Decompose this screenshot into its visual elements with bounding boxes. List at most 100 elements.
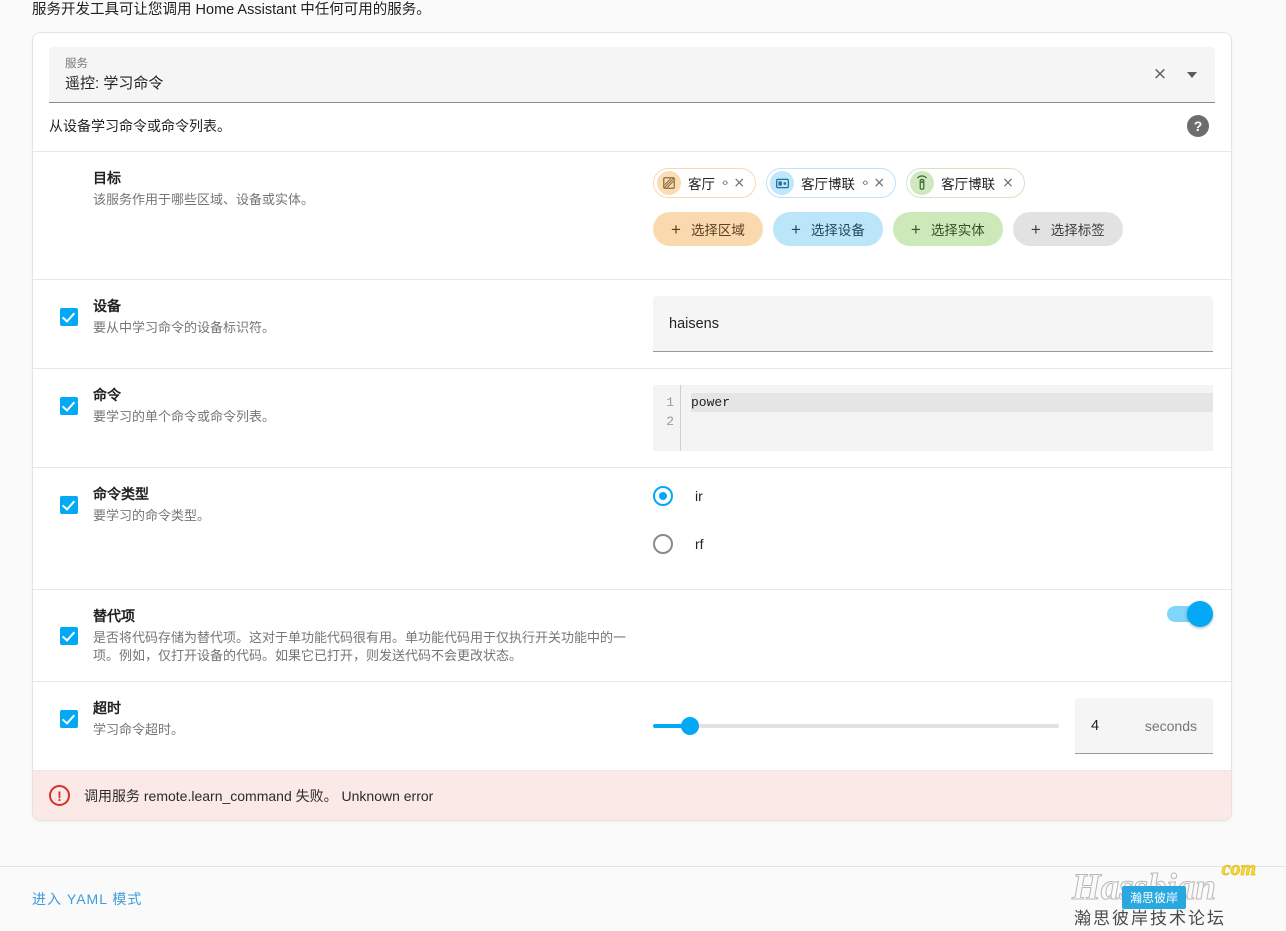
error-message: 调用服务 remote.learn_command 失败。 Unknown er…: [84, 787, 434, 804]
timeout-slider-row: 4 seconds: [653, 698, 1213, 754]
help-icon[interactable]: ?: [1187, 115, 1209, 137]
target-chip-entity-label: 客厅博联: [941, 177, 996, 192]
command-type-row: 命令类型 要学习的命令类型。 ir rf: [33, 468, 1231, 590]
service-picker[interactable]: 服务 遥控: 学习命令 ×: [49, 47, 1215, 103]
target-row: 目标 该服务作用于哪些区域、设备或实体。 客厅 ‹› × 客厅博联 ‹› × 客…: [33, 152, 1231, 280]
device-subtitle: 要从中学习命令的设备标识符。: [93, 320, 276, 335]
radio-icon-unselected: [653, 534, 673, 554]
timeout-slider[interactable]: [653, 711, 1059, 741]
alternative-row: 替代项 是否将代码存储为替代项。这对于单功能代码很有用。单功能代码用于仅执行开关…: [33, 590, 1231, 682]
command-code-editor[interactable]: 1 2 power: [653, 385, 1213, 451]
timeout-checkbox[interactable]: [60, 709, 78, 728]
choose-entity-button[interactable]: + 选择实体: [892, 212, 1003, 246]
target-row-label: 目标 该服务作用于哪些区域、设备或实体。: [33, 152, 653, 225]
plus-icon: +: [910, 219, 921, 239]
target-chip-device[interactable]: 客厅博联 ‹› ×: [766, 168, 897, 198]
error-banner: ! 调用服务 remote.learn_command 失败。 Unknown …: [33, 771, 1231, 820]
device-checkbox[interactable]: [60, 307, 78, 326]
target-label-block: 目标 该服务作用于哪些区域、设备或实体。: [89, 168, 314, 209]
choose-device-label: 选择设备: [810, 223, 865, 238]
plus-icon: +: [790, 219, 801, 239]
timeout-label-block: 超时 学习命令超时。: [89, 698, 184, 739]
command-type-checkbox[interactable]: [60, 495, 78, 514]
command-controls: 1 2 power: [653, 369, 1231, 467]
radio-option-ir[interactable]: ir: [653, 472, 1213, 520]
choose-label-label: 选择标签: [1050, 223, 1105, 238]
line-number: 2: [666, 414, 674, 429]
command-row: 命令 要学习的单个命令或命令列表。 1 2 power: [33, 369, 1231, 468]
command-type-title: 命令类型: [93, 486, 149, 502]
command-row-label: 命令 要学习的单个命令或命令列表。: [33, 369, 653, 442]
timeout-number-input[interactable]: 4 seconds: [1075, 698, 1213, 754]
target-title: 目标: [93, 170, 121, 186]
remote-icon: [910, 171, 935, 195]
timeout-row: 超时 学习命令超时。 4 seconds: [33, 682, 1231, 771]
plus-icon: +: [1030, 219, 1041, 239]
alternative-subtitle: 是否将代码存储为替代项。这对于单功能代码很有用。单功能代码用于仅执行开关功能中的…: [93, 630, 627, 663]
device-controls: haisens: [653, 280, 1231, 368]
command-type-row-label: 命令类型 要学习的命令类型。: [33, 468, 653, 541]
choose-entity-label: 选择实体: [930, 223, 985, 238]
close-icon[interactable]: ×: [1002, 176, 1014, 190]
expand-icon[interactable]: ‹›: [862, 177, 868, 189]
radio-label-ir: ir: [695, 488, 703, 504]
editor-content[interactable]: power: [681, 385, 1213, 451]
choose-area-button[interactable]: + 选择区域: [653, 212, 763, 246]
target-chip-area[interactable]: 客厅 ‹› ×: [653, 168, 757, 198]
footer-bar: 进入 YAML 模式: [0, 866, 1286, 931]
slider-track: [653, 724, 1059, 728]
target-chip-entity[interactable]: 客厅博联 ×: [906, 168, 1025, 198]
developer-tools-services-page: 服务开发工具可让您调用 Home Assistant 中任何可用的服务。 服务 …: [0, 0, 1286, 931]
clear-service-button[interactable]: ×: [1147, 62, 1173, 88]
target-checkbox-slot: [49, 180, 89, 198]
service-description-row: 从设备学习命令或命令列表。 ?: [33, 103, 1231, 152]
device-input[interactable]: haisens: [653, 296, 1213, 352]
expand-icon[interactable]: ‹›: [722, 177, 728, 189]
alternative-label-block: 替代项 是否将代码存储为替代项。这对于单功能代码很有用。单功能代码用于仅执行开关…: [89, 606, 638, 665]
device-title: 设备: [93, 298, 121, 314]
target-subtitle: 该服务作用于哪些区域、设备或实体。: [93, 192, 315, 207]
remote-icon-svg: [917, 175, 928, 190]
area-icon-svg: [663, 177, 675, 189]
radio-option-rf[interactable]: rf: [653, 520, 1213, 568]
service-picker-wrapper: 服务 遥控: 学习命令 ×: [33, 33, 1231, 103]
device-checkbox-slot: [49, 307, 89, 326]
command-title: 命令: [93, 387, 121, 403]
choose-area-label: 选择区域: [690, 223, 745, 238]
target-chip-area-label: 客厅: [688, 177, 715, 192]
slider-thumb[interactable]: [680, 717, 699, 735]
device-label-block: 设备 要从中学习命令的设备标识符。: [89, 296, 275, 337]
enter-yaml-mode-link[interactable]: 进入 YAML 模式: [32, 889, 142, 909]
service-description: 从设备学习命令或命令列表。: [49, 118, 231, 134]
choose-label-button[interactable]: + 选择标签: [1012, 212, 1123, 246]
code-line: power: [691, 393, 1213, 412]
command-subtitle: 要学习的单个命令或命令列表。: [93, 409, 276, 424]
timeout-unit: seconds: [1144, 717, 1197, 734]
timeout-value: 4: [1091, 717, 1100, 734]
target-controls: 客厅 ‹› × 客厅博联 ‹› × 客厅博联 × + 选择区域 + 选择设备 +…: [653, 152, 1231, 262]
service-picker-label: 服务: [65, 58, 88, 70]
editor-gutter: 1 2: [653, 385, 681, 451]
choose-device-button[interactable]: + 选择设备: [772, 212, 883, 246]
alert-icon: !: [49, 785, 70, 806]
radio-label-rf: rf: [695, 536, 704, 552]
command-checkbox[interactable]: [60, 396, 78, 415]
command-label-block: 命令 要学习的单个命令或命令列表。: [89, 385, 275, 426]
alternative-toggle[interactable]: [1167, 601, 1213, 627]
toggle-knob: [1187, 601, 1213, 627]
service-call-card: 服务 遥控: 学习命令 × 从设备学习命令或命令列表。 ? 目标 该服务作用于哪…: [32, 32, 1232, 821]
page-intro-text: 服务开发工具可让您调用 Home Assistant 中任何可用的服务。: [32, 2, 431, 18]
alternative-controls: [653, 590, 1231, 638]
device-icon: [770, 171, 795, 195]
service-picker-value: 遥控: 学习命令: [65, 75, 164, 92]
close-icon[interactable]: ×: [733, 176, 745, 190]
plus-icon: +: [671, 219, 681, 239]
alternative-checkbox[interactable]: [60, 626, 78, 645]
close-icon[interactable]: ×: [873, 176, 885, 190]
service-picker-actions: ×: [1147, 62, 1205, 88]
service-dropdown-button[interactable]: [1179, 62, 1205, 88]
timeout-row-label: 超时 学习命令超时。: [33, 682, 653, 755]
target-picker-buttons: + 选择区域 + 选择设备 + 选择实体 + 选择标签: [653, 212, 1213, 246]
chevron-down-icon: [1187, 71, 1197, 78]
